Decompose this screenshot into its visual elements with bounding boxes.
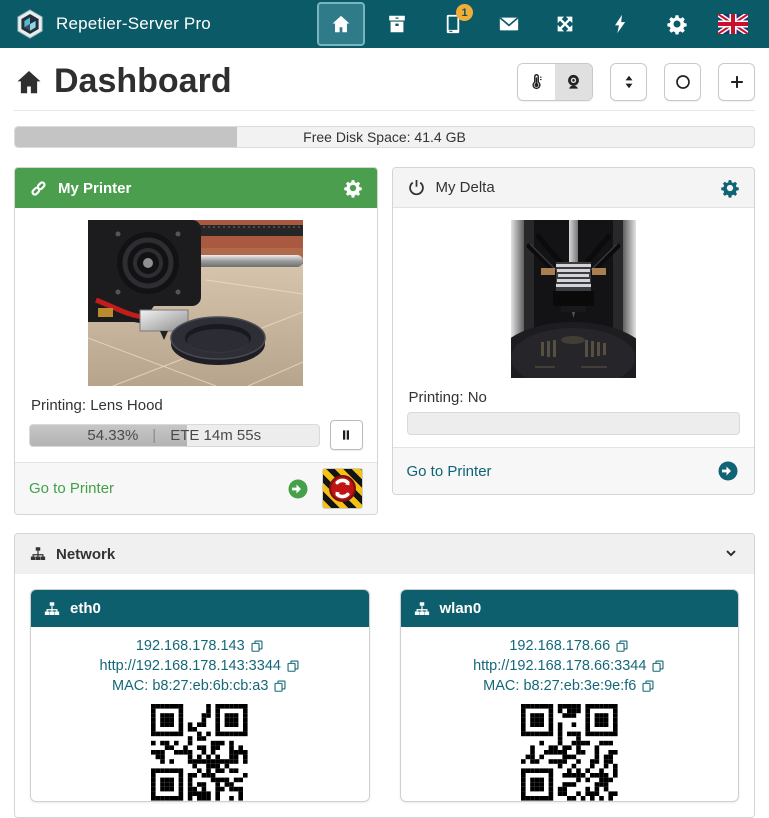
plus-icon: [727, 72, 747, 92]
printer-cards-row: My Printer: [14, 167, 755, 515]
webcam-preview-my-delta[interactable]: [407, 220, 741, 383]
printer-settings-gear-icon[interactable]: [720, 178, 740, 198]
interface-url[interactable]: http://192.168.178.143:3344: [100, 656, 281, 676]
view-toggle-group: [517, 63, 593, 101]
header-divider: [14, 110, 755, 111]
printer-card-header: My Delta: [393, 168, 755, 208]
nav-move-button[interactable]: [543, 4, 587, 44]
copy-icon[interactable]: [615, 639, 629, 653]
webcam-view-button[interactable]: [555, 64, 592, 100]
copy-icon[interactable]: [651, 659, 665, 673]
interface-mac: MAC: b8:27:eb:6b:cb:a3: [112, 676, 268, 696]
home-icon: [330, 13, 352, 35]
mail-icon: [498, 13, 520, 35]
repetier-logo-icon: [14, 8, 46, 40]
flag-uk-icon: [718, 14, 748, 34]
network-card-eth0: eth0 192.168.178.143 http://192.168.178.…: [30, 589, 370, 802]
header-actions: [517, 63, 755, 101]
bolt-icon: [610, 13, 632, 35]
copy-icon[interactable]: [273, 679, 287, 693]
navbar-menu: 1: [319, 4, 755, 44]
circle-outline-icon: [673, 72, 693, 92]
nav-devices-button[interactable]: 1: [431, 4, 475, 44]
print-progress-percent: 54.33%: [87, 427, 138, 444]
navbar: Repetier-Server Pro 1: [0, 0, 769, 48]
copy-icon[interactable]: [286, 659, 300, 673]
print-progress-bar: 54.33% | ETE 14m 55s: [29, 424, 320, 447]
nav-archive-button[interactable]: [375, 4, 419, 44]
network-panel: Network eth0 192.168.178.143: [14, 533, 755, 818]
emergency-stop-button[interactable]: [322, 468, 363, 509]
interface-name: eth0: [70, 600, 101, 617]
interface-url[interactable]: http://192.168.178.66:3344: [473, 656, 646, 676]
webcam-preview-my-printer[interactable]: [29, 220, 363, 391]
print-progress-eta: ETE 14m 55s: [170, 427, 261, 444]
emergency-stop-icon: [326, 472, 359, 505]
dashboard-home-icon: [14, 67, 44, 97]
link-icon: [29, 179, 48, 198]
power-icon: [407, 178, 426, 197]
printer-status: Printing: No: [409, 389, 741, 406]
nav-home-button[interactable]: [319, 4, 363, 44]
network-panel-body: eth0 192.168.178.143 http://192.168.178.…: [15, 574, 754, 817]
network-card-header: wlan0: [401, 590, 739, 627]
arrow-circle-right-icon[interactable]: [716, 459, 740, 483]
qr-code: [39, 704, 361, 801]
print-progress-bar: [407, 412, 741, 435]
circle-button[interactable]: [664, 63, 701, 101]
printer-name: My Delta: [436, 179, 495, 196]
expand-arrows-icon: [554, 13, 576, 35]
arrow-circle-right-icon[interactable]: [286, 477, 310, 501]
notification-badge: 1: [456, 4, 473, 21]
printer-name: My Printer: [58, 180, 131, 197]
printer-status: Printing: Lens Hood: [31, 397, 363, 414]
nav-settings-button[interactable]: [655, 4, 699, 44]
add-button[interactable]: [718, 63, 755, 101]
app-title: Repetier-Server Pro: [56, 14, 211, 34]
sitemap-icon: [43, 600, 61, 618]
pause-button[interactable]: [330, 420, 363, 450]
copy-icon[interactable]: [250, 639, 264, 653]
nav-messages-button[interactable]: [487, 4, 531, 44]
pause-icon: [338, 427, 354, 443]
sitemap-icon: [29, 545, 47, 563]
sort-arrows-icon: [619, 72, 639, 92]
interface-ip: 192.168.178.143: [136, 636, 245, 656]
webcam-icon: [564, 72, 583, 91]
printer-card-header: My Printer: [15, 168, 377, 208]
disk-space-label: Free Disk Space: 41.4 GB: [15, 127, 754, 147]
page-header: Dashboard: [14, 62, 755, 101]
qr-code: [409, 704, 731, 801]
temperature-view-button[interactable]: [518, 64, 555, 100]
network-panel-title: Network: [56, 546, 115, 563]
go-to-printer-link[interactable]: Go to Printer: [29, 480, 114, 497]
sort-button[interactable]: [610, 63, 647, 101]
network-card-wlan0: wlan0 192.168.178.66 http://192.168.178.…: [400, 589, 740, 802]
printer-settings-gear-icon[interactable]: [343, 178, 363, 198]
gear-icon: [666, 13, 688, 35]
go-to-printer-link[interactable]: Go to Printer: [407, 463, 492, 480]
network-card-header: eth0: [31, 590, 369, 627]
interface-ip: 192.168.178.66: [509, 636, 610, 656]
brand: Repetier-Server Pro: [14, 8, 211, 40]
interface-name: wlan0: [440, 600, 482, 617]
thermometer-icon: [527, 72, 546, 91]
copy-icon[interactable]: [641, 679, 655, 693]
nav-language-button[interactable]: [711, 4, 755, 44]
archive-box-icon: [386, 13, 408, 35]
sitemap-icon: [413, 600, 431, 618]
interface-mac: MAC: b8:27:eb:3e:9e:f6: [483, 676, 636, 696]
disk-space-bar: Free Disk Space: 41.4 GB: [14, 126, 755, 148]
printer-card-my-delta: My Delta: [392, 167, 756, 495]
printer-card-my-printer: My Printer: [14, 167, 378, 515]
progress-separator: |: [152, 427, 156, 444]
network-panel-header[interactable]: Network: [15, 534, 754, 574]
nav-power-button[interactable]: [599, 4, 643, 44]
page-title: Dashboard: [54, 62, 232, 101]
chevron-down-icon[interactable]: [722, 545, 740, 563]
